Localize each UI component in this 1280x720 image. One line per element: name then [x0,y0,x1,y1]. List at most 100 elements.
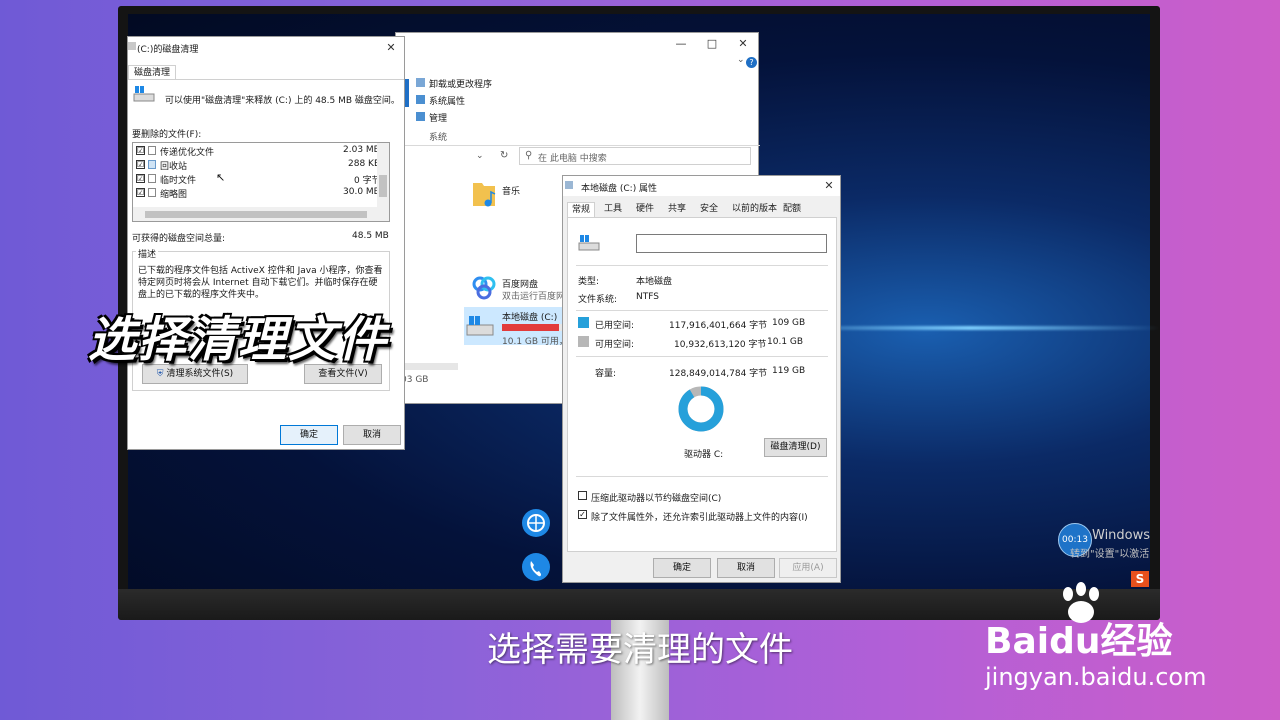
tab-tools[interactable]: 工具 [600,202,626,217]
hidden-drive-free: 03 GB [401,375,429,385]
apply-button[interactable]: 应用(A) [779,558,837,578]
ribbon-manage[interactable]: 管理 [416,110,496,124]
phone-icon[interactable] [521,552,551,582]
free-space-label: 可用空间: [595,340,635,350]
cancel-button[interactable]: 取消 [343,425,401,445]
compress-checkbox[interactable] [578,491,587,500]
windows-activation-title: Windows [1092,528,1151,543]
minimize-icon[interactable]: — [666,33,696,55]
baidu-netdisk-icon[interactable] [471,275,497,301]
cleanup-app-icon [128,42,136,50]
ribbon-group-label: 系统 [429,133,448,143]
music-folder-label[interactable]: 音乐 [502,184,520,197]
drive-properties-dialog: 本地磁盘 (C:) 属性 ✕ 常规 工具 硬件 共享 安全 以前的版本 配额 类… [562,175,841,583]
free-space-bytes: 10,932,613,120 字节 [674,340,767,350]
music-folder-icon[interactable] [471,179,497,209]
capacity-gb: 119 GB [772,366,806,376]
total-space-label: 可获得的磁盘空间总量: [132,234,226,244]
tab-disk-cleanup[interactable]: 磁盘清理 [128,65,177,80]
usage-donut [678,386,724,432]
vertical-scrollbar[interactable] [377,143,389,207]
tab-sharing[interactable]: 共享 [664,202,690,217]
baidu-jingyan-url: jingyan.baidu.com [985,663,1207,691]
tab-previous-versions[interactable]: 以前的版本 [728,202,781,217]
chevron-down-icon[interactable]: ⌄ [737,55,745,65]
type-label: 类型: [578,277,600,287]
drive-icon [578,235,600,251]
dialog-title: 本地磁盘 (C:) 属性 [581,184,658,194]
ribbon-system-properties[interactable]: 系统属性 [416,93,496,107]
disk-usage-bar [502,324,564,331]
used-space-swatch [578,317,589,328]
ribbon-uninstall[interactable]: 卸载或更改程序 [416,76,496,90]
sogou-ime-icon[interactable]: S [1131,571,1149,587]
shield-icon: ⛨ [156,369,164,379]
capacity-bytes: 128,849,014,784 字节 [669,369,768,379]
drive-label: 驱动器 C: [684,450,724,460]
file-icon [148,146,156,155]
used-space-bytes: 117,916,401,664 字节 [669,321,768,331]
manage-icon [416,112,425,121]
close-icon[interactable]: ✕ [378,37,404,59]
checkbox[interactable]: ☑ [136,160,145,169]
search-input[interactable]: ⚲ 在 此电脑 中搜索 [519,147,751,165]
list-item[interactable]: ☑ 缩略图 30.0 MB [133,185,380,200]
hidden-drive-bar [401,363,458,370]
drive-name-input[interactable] [636,234,827,253]
globe-icon[interactable] [521,508,551,538]
checkbox[interactable]: ☑ [136,146,145,155]
file-icon [148,188,156,197]
horizontal-scrollbar[interactable] [133,207,389,221]
used-space-label: 已用空间: [595,321,635,331]
type-value: 本地磁盘 [636,277,673,287]
tab-general[interactable]: 常规 [567,202,596,218]
address-dropdown-icon[interactable]: ⌄ [476,151,484,161]
list-item[interactable]: ☑ 临时文件 0 字节 [133,171,381,186]
local-disk-free: 10.1 GB 可用， [502,337,568,347]
drive-small-icon [565,181,573,189]
cancel-button[interactable]: 取消 [717,558,775,578]
search-icon: ⚲ [525,150,533,161]
tab-quota[interactable]: 配额 [779,202,805,217]
tab-security[interactable]: 安全 [696,202,722,217]
free-space-gb: 10.1 GB [767,337,804,347]
close-icon[interactable]: ✕ [728,33,758,55]
drive-icon [466,316,494,336]
index-checkbox[interactable]: ✓ [578,510,587,519]
description-label: 描述 [136,247,159,260]
files-list[interactable]: ☑ 传递优化文件 2.03 MB ☑ 回收站 288 KB ☑ 临时文件 0 字… [132,142,390,222]
description-text: 已下载的程序文件包括 ActiveX 控件和 Java 小程序，你查看特定网页时… [138,266,383,300]
checkbox[interactable]: ☑ [136,188,145,197]
scroll-thumb[interactable] [379,175,387,197]
filesystem-label: 文件系统: [578,295,618,305]
cleanup-intro: 可以使用"磁盘清理"来释放 (C:) 上的 48.5 MB 磁盘空间。 [165,96,400,106]
checkbox[interactable]: ☑ [136,174,145,183]
dialog-title: (C:)的磁盘清理 [137,45,199,55]
maximize-icon[interactable]: □ [697,33,727,55]
tab-hardware[interactable]: 硬件 [632,202,658,217]
donut-used-arc [678,386,724,432]
scroll-thumb[interactable] [145,211,367,218]
disk-cleanup-button[interactable]: 磁盘清理(D) [764,438,827,457]
capacity-label: 容量: [595,369,617,379]
system-properties-icon [416,95,425,104]
list-item[interactable]: ☑ 回收站 288 KB [133,157,380,172]
files-to-delete-label: 要删除的文件(F): [132,130,202,140]
drive-icon [133,86,155,102]
help-icon[interactable]: ? [746,57,757,68]
file-icon [148,174,156,183]
local-disk-item[interactable]: 本地磁盘 (C:) 10.1 GB 可用， [464,307,568,347]
overlay-title: 选择清理文件 [88,312,389,368]
baidu-netdisk-sub: 双击运行百度网 [502,292,566,302]
ok-button[interactable]: 确定 [653,558,711,578]
filesystem-value: NTFS [636,292,659,302]
used-space-gb: 109 GB [772,318,806,328]
free-space-swatch [578,336,589,347]
refresh-icon[interactable]: ↻ [500,150,508,161]
programs-icon [416,78,425,87]
list-item[interactable]: ☑ 传递优化文件 2.03 MB [133,143,380,158]
tab-strip: 常规 工具 硬件 共享 安全 以前的版本 配额 [567,202,837,218]
close-icon[interactable]: ✕ [818,176,840,196]
mouse-cursor-icon: ↖ [216,171,226,184]
ok-button[interactable]: 确定 [280,425,338,445]
